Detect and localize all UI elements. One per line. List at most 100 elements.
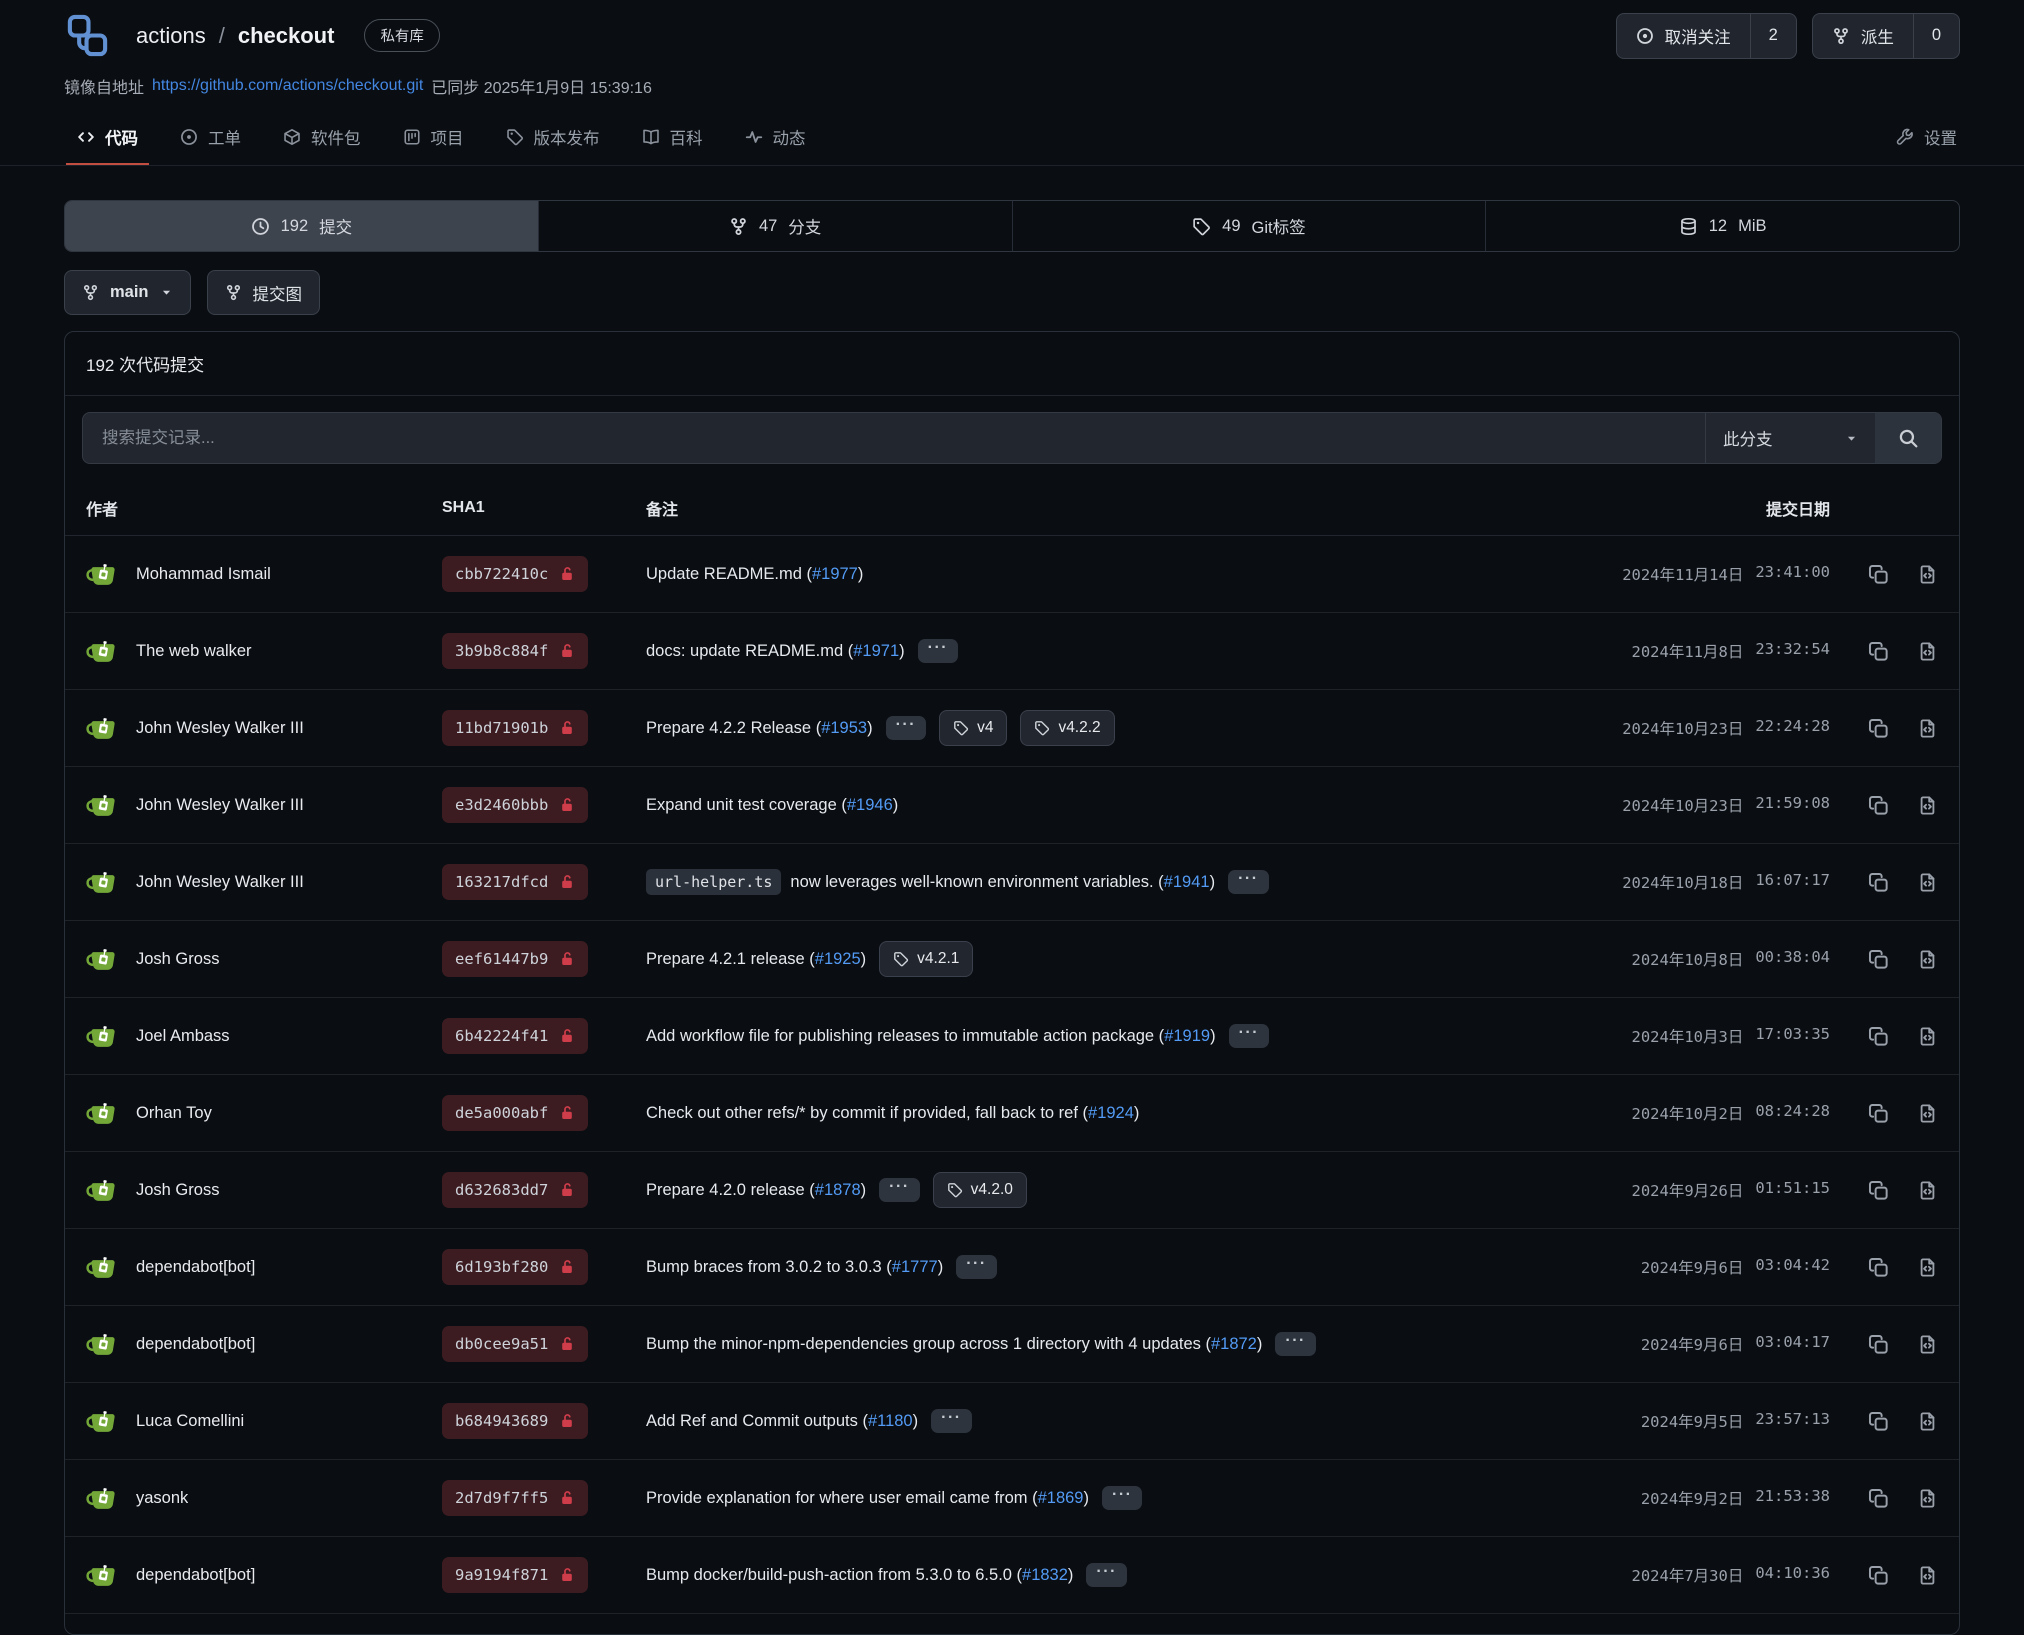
copy-sha-button[interactable] — [1868, 564, 1889, 585]
commit-sha-badge[interactable]: db0cee9a51 — [442, 1326, 588, 1362]
commit-sha-badge[interactable]: de5a000abf — [442, 1095, 588, 1131]
stat-commits[interactable]: 192提交 — [65, 201, 538, 251]
copy-sha-button[interactable] — [1868, 1257, 1889, 1278]
pr-link[interactable]: #1777 — [892, 1258, 938, 1277]
commit-sha-badge[interactable]: 11bd71901b — [442, 710, 588, 746]
commit-author-link[interactable]: The web walker — [136, 642, 252, 661]
stat-branches[interactable]: 47分支 — [538, 201, 1012, 251]
browse-source-button[interactable] — [1917, 1411, 1938, 1432]
browse-source-button[interactable] — [1917, 795, 1938, 816]
commit-sha-badge[interactable]: 6d193bf280 — [442, 1249, 588, 1285]
commit-author-link[interactable]: John Wesley Walker III — [136, 796, 304, 815]
tag-badge[interactable]: v4 — [939, 710, 1007, 746]
fork-button[interactable]: 派生 — [1813, 14, 1913, 58]
commit-author-link[interactable]: Luca Comellini — [136, 1412, 244, 1431]
tag-badge[interactable]: v4.2.1 — [879, 941, 973, 977]
stat-repo-size[interactable]: 12MiB — [1485, 201, 1959, 251]
copy-sha-button[interactable] — [1868, 1411, 1889, 1432]
expand-commit-button[interactable]: ··· — [879, 1178, 919, 1202]
tab-wiki[interactable]: 百科 — [631, 112, 714, 165]
commit-sha-badge[interactable]: 2d7d9f7ff5 — [442, 1480, 588, 1516]
commit-author-link[interactable]: Orhan Toy — [136, 1104, 212, 1123]
browse-source-button[interactable] — [1917, 1334, 1938, 1355]
forks-count[interactable]: 0 — [1913, 14, 1959, 58]
commit-sha-badge[interactable]: b684943689 — [442, 1403, 588, 1439]
browse-source-button[interactable] — [1917, 1026, 1938, 1047]
mirror-url-link[interactable]: https://github.com/actions/checkout.git — [152, 77, 423, 95]
copy-sha-button[interactable] — [1868, 872, 1889, 893]
browse-source-button[interactable] — [1917, 564, 1938, 585]
commit-sha-badge[interactable]: e3d2460bbb — [442, 787, 588, 823]
tag-badge[interactable]: v4.2.0 — [933, 1172, 1027, 1208]
commit-author-link[interactable]: John Wesley Walker III — [136, 873, 304, 892]
pr-link[interactable]: #1872 — [1211, 1335, 1257, 1354]
tab-projects[interactable]: 项目 — [392, 112, 475, 165]
pr-link[interactable]: #1180 — [868, 1412, 913, 1431]
browse-source-button[interactable] — [1917, 718, 1938, 739]
watchers-count[interactable]: 2 — [1750, 14, 1796, 58]
copy-sha-button[interactable] — [1868, 1334, 1889, 1355]
expand-commit-button[interactable]: ··· — [1228, 870, 1268, 894]
unwatch-button[interactable]: 取消关注 — [1617, 14, 1750, 58]
commit-sha-badge[interactable]: 6b42224f41 — [442, 1018, 588, 1054]
stat-tags[interactable]: 49Git标签 — [1012, 201, 1486, 251]
pr-link[interactable]: #1946 — [847, 796, 893, 815]
commit-author-link[interactable]: Josh Gross — [136, 950, 219, 969]
expand-commit-button[interactable]: ··· — [931, 1409, 971, 1433]
commit-graph-button[interactable]: 提交图 — [207, 270, 321, 315]
expand-commit-button[interactable]: ··· — [1275, 1332, 1315, 1356]
pr-link[interactable]: #1832 — [1022, 1566, 1068, 1585]
tab-issues[interactable]: 工单 — [169, 112, 252, 165]
browse-source-button[interactable] — [1917, 949, 1938, 970]
browse-source-button[interactable] — [1917, 1180, 1938, 1201]
commit-sha-badge[interactable]: 9a9194f871 — [442, 1557, 588, 1593]
commit-sha-badge[interactable]: d632683dd7 — [442, 1172, 588, 1208]
copy-sha-button[interactable] — [1868, 1180, 1889, 1201]
browse-source-button[interactable] — [1917, 1257, 1938, 1278]
search-button[interactable] — [1875, 413, 1941, 463]
pr-link[interactable]: #1925 — [815, 950, 861, 969]
pr-link[interactable]: #1924 — [1088, 1104, 1134, 1123]
repo-owner-link[interactable]: actions — [136, 23, 206, 49]
expand-commit-button[interactable]: ··· — [886, 716, 926, 740]
branch-selector[interactable]: main — [64, 270, 191, 315]
expand-commit-button[interactable]: ··· — [956, 1255, 996, 1279]
tag-badge[interactable]: v4.2.2 — [1020, 710, 1114, 746]
commit-author-link[interactable]: Josh Gross — [136, 1181, 219, 1200]
search-commits-input[interactable] — [83, 413, 1705, 463]
pr-link[interactable]: #1953 — [821, 719, 867, 738]
copy-sha-button[interactable] — [1868, 1103, 1889, 1124]
tab-activity[interactable]: 动态 — [734, 112, 817, 165]
browse-source-button[interactable] — [1917, 1488, 1938, 1509]
copy-sha-button[interactable] — [1868, 1488, 1889, 1509]
expand-commit-button[interactable]: ··· — [1102, 1486, 1142, 1510]
tab-packages[interactable]: 软件包 — [272, 112, 372, 165]
commit-author-link[interactable]: Joel Ambass — [136, 1027, 230, 1046]
pr-link[interactable]: #1977 — [812, 565, 858, 584]
copy-sha-button[interactable] — [1868, 1565, 1889, 1586]
commit-author-link[interactable]: John Wesley Walker III — [136, 719, 304, 738]
commit-author-link[interactable]: Mohammad Ismail — [136, 565, 271, 584]
browse-source-button[interactable] — [1917, 1103, 1938, 1124]
commit-author-link[interactable]: dependabot[bot] — [136, 1566, 255, 1585]
copy-sha-button[interactable] — [1868, 718, 1889, 739]
repo-name-link[interactable]: checkout — [238, 23, 335, 49]
pr-link[interactable]: #1971 — [853, 642, 899, 661]
branch-scope-select[interactable]: 此分支 — [1705, 413, 1875, 463]
pr-link[interactable]: #1941 — [1164, 873, 1210, 892]
browse-source-button[interactable] — [1917, 1565, 1938, 1586]
commit-sha-badge[interactable]: 163217dfcd — [442, 864, 588, 900]
copy-sha-button[interactable] — [1868, 795, 1889, 816]
tab-settings[interactable]: 设置 — [1885, 112, 1968, 165]
copy-sha-button[interactable] — [1868, 949, 1889, 970]
copy-sha-button[interactable] — [1868, 1026, 1889, 1047]
expand-commit-button[interactable]: ··· — [918, 639, 958, 663]
pr-link[interactable]: #1878 — [815, 1181, 861, 1200]
tab-releases[interactable]: 版本发布 — [495, 112, 611, 165]
commit-author-link[interactable]: dependabot[bot] — [136, 1258, 255, 1277]
commit-sha-badge[interactable]: 3b9b8c884f — [442, 633, 588, 669]
expand-commit-button[interactable]: ··· — [1086, 1563, 1126, 1587]
commit-sha-badge[interactable]: cbb722410c — [442, 556, 588, 592]
commit-author-link[interactable]: yasonk — [136, 1489, 188, 1508]
expand-commit-button[interactable]: ··· — [1229, 1024, 1269, 1048]
